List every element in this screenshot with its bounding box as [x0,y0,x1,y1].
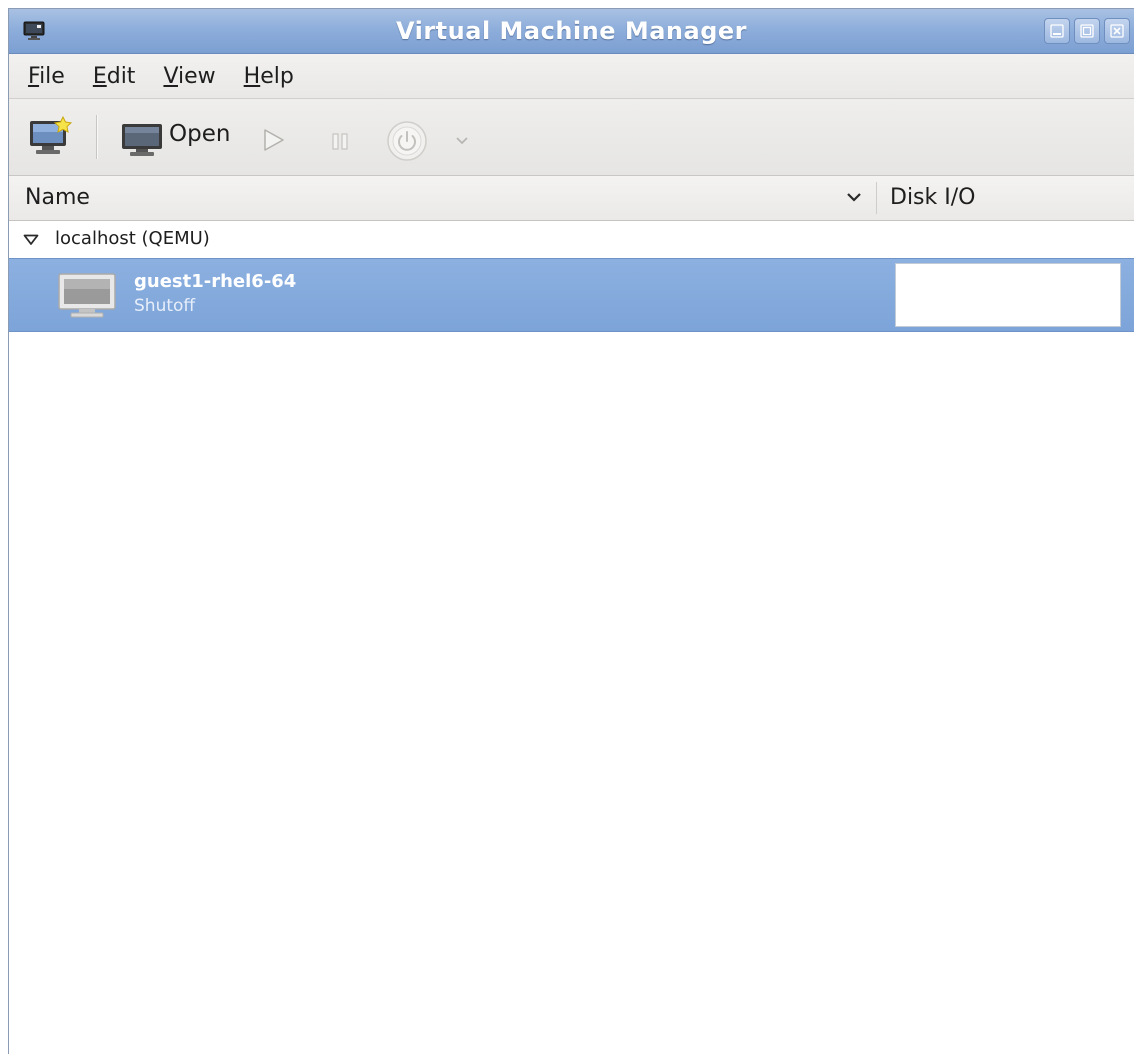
vm-status: Shutoff [134,296,196,316]
new-vm-icon[interactable] [27,115,75,159]
pause-icon[interactable] [329,131,351,153]
menu-help[interactable]: Help [244,64,294,89]
expander-triangle-icon[interactable] [23,234,39,246]
play-icon[interactable] [261,127,287,153]
host-row[interactable]: localhost (QEMU) [9,221,1134,257]
column-disk-io-header[interactable]: Disk I/O [890,185,975,210]
toolbar: Open [9,99,1134,176]
open-console-icon[interactable] [120,123,164,157]
vm-monitor-icon [58,273,116,318]
menu-bar: File Edit View Help [9,54,1134,99]
close-button[interactable] [1104,18,1130,44]
minimize-button[interactable] [1044,18,1070,44]
column-divider[interactable] [876,182,877,214]
window-title: Virtual Machine Manager [395,17,748,45]
main-window: Virtual Machine Manager File Edit View H… [8,8,1134,1054]
host-label: localhost (QEMU) [55,228,210,249]
vm-list: localhost (QEMU) guest1-rhel6-64 Shutoff [9,221,1134,1054]
menu-edit[interactable]: Edit [93,64,136,89]
open-button-label[interactable]: Open [169,121,230,147]
menu-file[interactable]: File [28,64,65,89]
power-icon[interactable] [385,119,429,163]
title-bar[interactable]: Virtual Machine Manager [9,9,1134,54]
maximize-icon [1080,24,1094,38]
disk-io-graph [895,263,1121,327]
maximize-button[interactable] [1074,18,1100,44]
toolbar-separator [96,115,98,159]
vm-name: guest1-rhel6-64 [134,271,297,292]
vm-row[interactable]: guest1-rhel6-64 Shutoff [9,258,1134,332]
close-icon [1110,24,1124,38]
menu-view[interactable]: View [163,64,215,89]
minimize-icon [1050,24,1064,38]
column-chooser-chevron-icon[interactable] [845,189,863,205]
column-header: Name Disk I/O [9,176,1134,221]
chevron-down-icon[interactable] [454,135,470,147]
column-name-header[interactable]: Name [25,185,90,210]
window-controls [1044,18,1130,44]
